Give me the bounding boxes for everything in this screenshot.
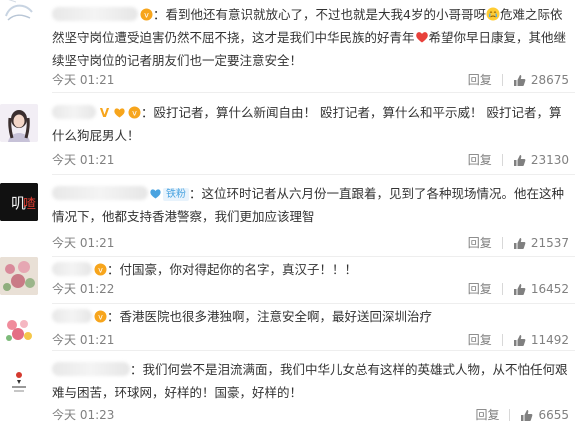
avatar-image — [0, 257, 38, 295]
thumbs-up-icon — [513, 237, 526, 249]
svg-text:v: v — [98, 313, 103, 322]
comment-actions: 回复 11492 — [468, 333, 569, 347]
comment-text: 香港医院也很多港独啊，注意安全啊，最好送回深圳治疗 — [119, 309, 433, 324]
heart-badge-icon — [113, 103, 126, 118]
username-hidden[interactable] — [52, 309, 92, 323]
heart-badge-icon — [149, 184, 162, 199]
thumbs-up-icon — [521, 409, 533, 421]
thumbs-up-icon — [513, 154, 526, 166]
reply-button[interactable]: 回复 — [475, 408, 499, 422]
fan-badge: 铁粉 — [163, 188, 189, 201]
like-count: 11492 — [530, 333, 569, 347]
reply-button[interactable]: 回复 — [468, 153, 492, 167]
vip-badge-icon: v — [128, 103, 141, 119]
avatar[interactable] — [0, 257, 38, 295]
avatar-image — [0, 104, 38, 142]
like-button[interactable]: 6655 — [520, 408, 569, 422]
thumbs-up-icon — [513, 283, 526, 295]
reply-button[interactable]: 回复 — [468, 73, 492, 87]
divider — [501, 334, 503, 346]
username-hidden[interactable] — [52, 186, 148, 200]
username-hidden[interactable] — [52, 362, 130, 376]
divider — [501, 74, 503, 86]
svg-text:V: V — [100, 106, 110, 119]
comment-actions: 回复 6655 — [475, 408, 569, 422]
like-button[interactable]: 21537 — [513, 236, 569, 250]
comment-colon: ： — [153, 7, 166, 22]
comment-actions: 回复 16452 — [468, 282, 569, 296]
vip-v-badge-icon: V — [98, 103, 111, 120]
comment-actions: 回复 21537 — [468, 236, 569, 250]
divider — [501, 154, 503, 166]
avatar[interactable] — [0, 312, 38, 350]
username-hidden[interactable] — [52, 105, 96, 119]
comment-time: 今天 01:21 — [52, 73, 115, 87]
comment-actions: 回复 28675 — [468, 73, 569, 87]
thumbs-up-icon — [513, 74, 526, 86]
like-count: 28675 — [530, 73, 569, 87]
like-button[interactable]: 11492 — [513, 333, 569, 347]
comment-item: v ：看到他还有意识就放心了，不过也就是大我4岁的小哥哥呀 危难之际依然坚守岗位遭受… — [0, 0, 575, 93]
svg-text:v: v — [98, 266, 103, 275]
comment-time: 今天 01:21 — [52, 236, 115, 250]
avatar[interactable] — [0, 104, 38, 142]
vip-badge-icon: v — [140, 5, 153, 21]
comment-colon: ： — [130, 362, 143, 377]
comment-item: 叽 喳 铁粉 ：这位环时记者从六月份一直跟着，见到了各种现场情况。他在这种情况下，… — [0, 175, 575, 257]
comment-time: 今天 01:21 — [52, 333, 115, 347]
comment-time: 今天 01:22 — [52, 282, 115, 296]
divider — [501, 237, 503, 249]
comment-colon: ： — [189, 186, 202, 201]
like-button[interactable]: 28675 — [513, 73, 569, 87]
comment-text: 看到他还有意识就放心了，不过也就是大我4岁的小哥哥呀 — [165, 7, 486, 22]
avatar[interactable] — [0, 0, 38, 34]
comment-item: ：我们何尝不是泪流满面，我们中华儿女总有这样的英雄式人物，从不怕任何艰难与困苦，… — [0, 351, 575, 428]
avatar-image — [0, 363, 38, 401]
vip-badge-icon: v — [94, 260, 107, 276]
avatar-image: 叽 喳 — [0, 183, 38, 221]
comment-item: v ：付国豪，你对得起你的名字，真汉子！！！ 今天 01:22 回复 16452 — [0, 257, 575, 304]
comment-time: 今天 01:21 — [52, 153, 115, 167]
like-count: 21537 — [530, 236, 569, 250]
svg-text:v: v — [144, 11, 149, 20]
comment-colon: ： — [107, 262, 120, 277]
comment-item: v ：香港医院也很多港独啊，注意安全啊，最好送回深圳治疗 今天 01:21 回复 … — [0, 304, 575, 351]
like-count: 6655 — [538, 408, 569, 422]
svg-text:喳: 喳 — [23, 196, 36, 212]
like-count: 23130 — [530, 153, 569, 167]
vip-badge-icon: v — [94, 307, 107, 323]
reply-button[interactable]: 回复 — [468, 236, 492, 250]
like-count: 16452 — [530, 282, 569, 296]
comment-item: Vv ：殴打记者，算什么新闻自由！ 殴打记者，算什么和平示威！ 殴打记者，算什么狗… — [0, 93, 575, 175]
username-hidden[interactable] — [52, 7, 138, 21]
thumbs-up-icon — [513, 334, 526, 346]
comment-actions: 回复 23130 — [468, 153, 569, 167]
like-button[interactable]: 16452 — [513, 282, 569, 296]
crying-face-emoji-icon — [486, 5, 500, 21]
reply-button[interactable]: 回复 — [468, 333, 492, 347]
comment-colon: ： — [107, 309, 120, 324]
svg-text:v: v — [132, 109, 137, 118]
comment-text: 付国豪，你对得起你的名字，真汉子！！！ — [119, 262, 358, 277]
comment-colon: ： — [141, 105, 154, 120]
divider — [501, 283, 503, 295]
username-hidden[interactable] — [52, 262, 92, 276]
like-button[interactable]: 23130 — [513, 153, 569, 167]
heart-icon — [415, 28, 429, 43]
avatar-image — [0, 0, 38, 34]
reply-button[interactable]: 回复 — [468, 282, 492, 296]
avatar-image — [0, 312, 38, 350]
divider — [509, 409, 511, 421]
comment-time: 今天 01:23 — [52, 408, 115, 422]
avatar[interactable] — [0, 363, 38, 401]
avatar[interactable]: 叽 喳 — [0, 183, 38, 221]
